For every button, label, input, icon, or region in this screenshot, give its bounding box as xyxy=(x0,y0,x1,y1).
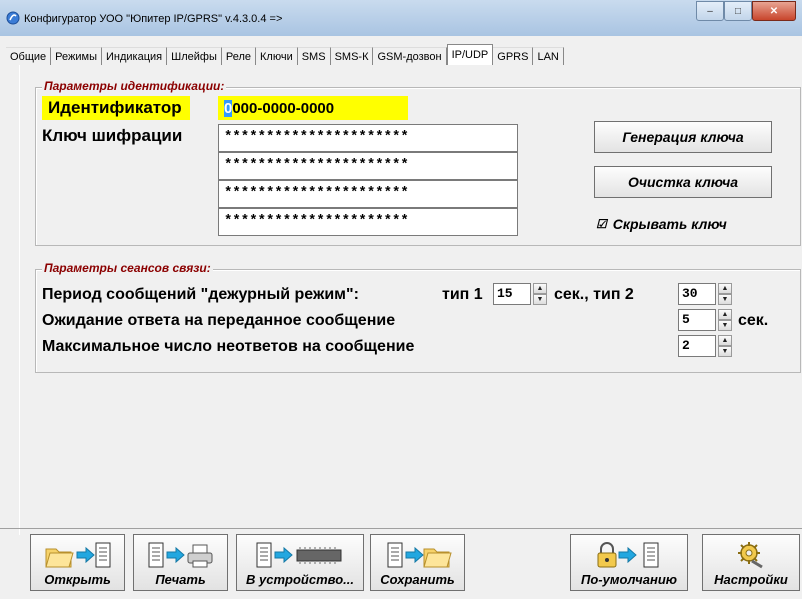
to-device-label: В устройство... xyxy=(246,572,354,587)
save-label: Сохранить xyxy=(380,572,455,587)
wait-label: Ожидание ответа на переданное сообщение xyxy=(42,312,396,329)
settings-button[interactable]: Настройки xyxy=(702,534,800,591)
minimize-button[interactable]: – xyxy=(696,1,724,21)
spin-up-icon[interactable]: ▲ xyxy=(718,309,732,320)
tab-gprs[interactable]: GPRS xyxy=(493,47,534,66)
tab-keys[interactable]: Ключи xyxy=(256,47,298,66)
tab-panel: Параметры идентификации: Идентификатор 0… xyxy=(19,65,802,535)
window-title: Конфигуратор УОО "Юпитер IP/GPRS" v.4.3.… xyxy=(24,13,283,25)
session-group-title: Параметры сеансов связи: xyxy=(42,261,213,275)
lock-to-doc-icon xyxy=(597,542,659,568)
open-button[interactable]: Открыть xyxy=(30,534,125,591)
title-bar[interactable]: Конфигуратор УОО "Юпитер IP/GPRS" v.4.3.… xyxy=(0,0,802,36)
type1-label: тип 1 xyxy=(442,286,483,303)
session-group: Параметры сеансов связи: Период сообщени… xyxy=(35,261,801,373)
max-label: Максимальное число неответов на сообщени… xyxy=(42,338,415,355)
type2-input[interactable]: 30 xyxy=(678,283,716,305)
ident-group-title: Параметры идентификации: xyxy=(42,79,227,93)
identifier-label: Идентификатор xyxy=(42,96,190,120)
tab-indication[interactable]: Индикация xyxy=(102,47,168,66)
max-input[interactable]: 2 xyxy=(678,335,716,357)
hide-key-label: Скрывать ключ xyxy=(612,216,727,232)
wait-spinner[interactable]: 5 ▲ ▼ xyxy=(678,309,732,331)
tab-lan[interactable]: LAN xyxy=(533,47,564,66)
key-label: Ключ шифрации xyxy=(42,126,183,145)
key-field-4[interactable]: ********************** xyxy=(218,208,518,236)
doc-to-chip-icon xyxy=(256,542,342,568)
tab-sms[interactable]: SMS xyxy=(297,47,331,66)
checkbox-checked-icon: ☑ xyxy=(596,217,607,231)
spin-down-icon[interactable]: ▼ xyxy=(718,294,732,305)
spin-down-icon[interactable]: ▼ xyxy=(718,320,732,331)
max-spinner[interactable]: 2 ▲ ▼ xyxy=(678,335,732,357)
defaults-label: По-умолчанию xyxy=(580,572,677,587)
open-folder-to-doc-icon xyxy=(44,542,110,568)
maximize-button[interactable]: □ xyxy=(724,1,752,21)
type2-label: сек., тип 2 xyxy=(554,286,634,303)
to-device-button[interactable]: В устройство... xyxy=(236,534,364,591)
close-button[interactable]: ✕ xyxy=(752,1,796,21)
tab-loops[interactable]: Шлейфы xyxy=(167,47,222,66)
wait-unit-label: сек. xyxy=(738,312,769,329)
settings-label: Настройки xyxy=(714,572,788,587)
save-button[interactable]: Сохранить xyxy=(370,534,465,591)
open-label: Открыть xyxy=(44,572,111,587)
ident-group: Параметры идентификации: Идентификатор 0… xyxy=(35,79,801,246)
app-window: Конфигуратор УОО "Юпитер IP/GPRS" v.4.3.… xyxy=(0,0,802,599)
type2-spinner[interactable]: 30 ▲ ▼ xyxy=(678,283,732,305)
tab-sms-k[interactable]: SMS-К xyxy=(330,47,374,66)
tab-general[interactable]: Общие xyxy=(6,47,52,66)
spin-down-icon[interactable]: ▼ xyxy=(718,346,732,357)
toolbar-separator xyxy=(0,528,802,529)
hide-key-checkbox[interactable]: ☑ Скрывать ключ xyxy=(596,216,727,232)
type1-spinner[interactable]: 15 ▲ ▼ xyxy=(493,283,547,305)
doc-to-folder-icon xyxy=(387,542,452,568)
spin-up-icon[interactable]: ▲ xyxy=(718,283,732,294)
clear-key-button[interactable]: Очистка ключа xyxy=(594,166,772,198)
spin-down-icon[interactable]: ▼ xyxy=(533,294,547,305)
period-label: Период сообщений "дежурный режим": xyxy=(42,286,359,303)
tab-gsm-dial[interactable]: GSM-дозвон xyxy=(373,47,447,66)
generate-key-button[interactable]: Генерация ключа xyxy=(594,121,772,153)
spin-up-icon[interactable]: ▲ xyxy=(718,335,732,346)
identifier-value: 000-0000-0000 xyxy=(232,100,335,117)
app-icon xyxy=(6,11,20,25)
key-field-3[interactable]: ********************** xyxy=(218,180,518,208)
key-field-1[interactable]: ********************** xyxy=(218,124,518,152)
tab-ip-udp[interactable]: IP/UDP xyxy=(446,44,494,66)
doc-to-printer-icon xyxy=(148,542,212,568)
wait-input[interactable]: 5 xyxy=(678,309,716,331)
identifier-input[interactable]: 0000-0000-0000 xyxy=(218,96,408,120)
print-button[interactable]: Печать xyxy=(133,534,228,591)
tab-relay[interactable]: Реле xyxy=(221,47,256,66)
type1-input[interactable]: 15 xyxy=(493,283,531,305)
gear-wrench-icon xyxy=(738,542,763,569)
key-field-2[interactable]: ********************** xyxy=(218,152,518,180)
tab-modes[interactable]: Режимы xyxy=(51,47,102,66)
print-label: Печать xyxy=(155,572,206,587)
spin-up-icon[interactable]: ▲ xyxy=(533,283,547,294)
defaults-button[interactable]: По-умолчанию xyxy=(570,534,688,591)
tab-strip: Общие Режимы Индикация Шлейфы Реле Ключи… xyxy=(6,44,564,66)
